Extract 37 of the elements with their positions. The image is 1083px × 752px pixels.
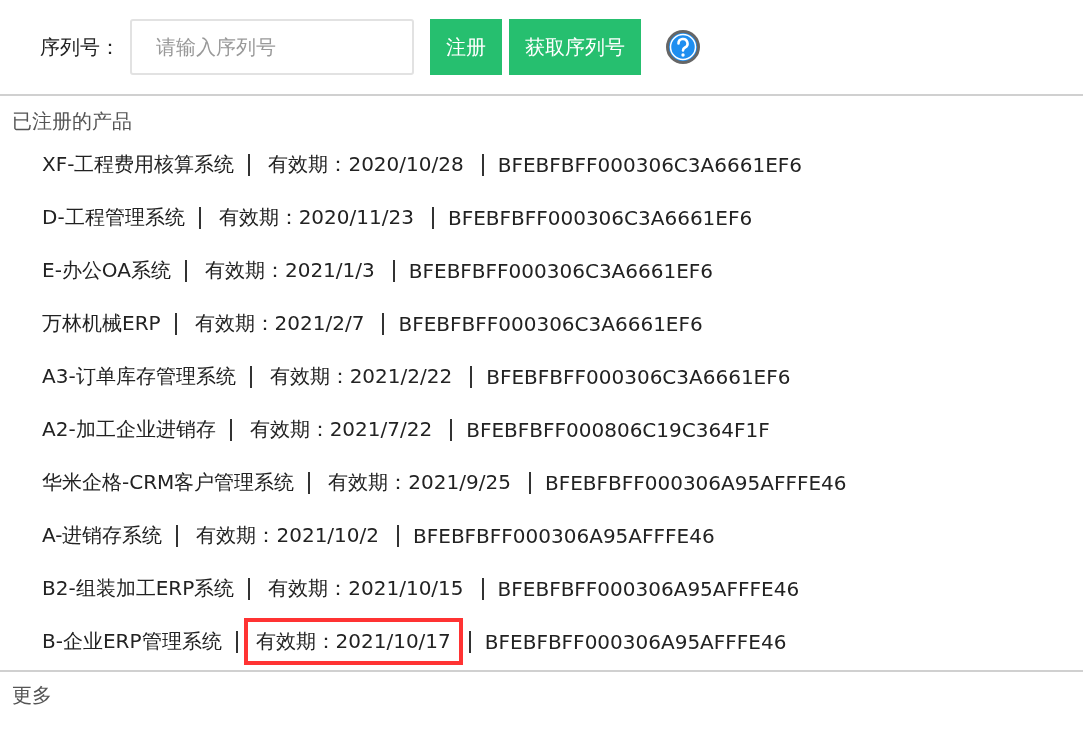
product-name: A3-订单库存管理系统 (42, 363, 236, 390)
expiry-date: 有效期：2021/10/15 (267, 575, 465, 602)
product-name: E-办公OA系统 (42, 257, 171, 284)
product-name: B-企业ERP管理系统 (42, 628, 222, 655)
product-name: XF-工程费用核算系统 (42, 151, 235, 178)
serial-number: BFEBFBFF000306C3A6661EF6 (497, 152, 802, 177)
serial-number: BFEBFBFF000306A95AFFFE46 (497, 576, 800, 601)
serial-field[interactable]: 请输入序列号 (130, 19, 414, 75)
product-name: A-进销存系统 (42, 522, 163, 549)
serial-number: BFEBFBFF000306C3A6661EF6 (408, 258, 714, 283)
product-name: 万林机械ERP (42, 310, 161, 337)
serial-number: BFEBFBFF000306C3A6661EF6 (486, 364, 791, 389)
product-name: A2-加工企业进销存 (42, 416, 216, 443)
serial-number: BFEBFBFF000306A95AFFFE46 (484, 629, 787, 654)
help-icon[interactable] (666, 30, 700, 64)
expiry-date: 有效期：2021/1/3 (203, 257, 376, 284)
product-name: 华米企格-CRM客户管理系统 (42, 469, 295, 496)
expiry-date: 有效期：2020/10/28 (267, 151, 465, 178)
register-button[interactable]: 注册 (430, 19, 502, 75)
serial-number: BFEBFBFF000806C19C364F1F (466, 417, 770, 442)
serial-number: BFEBFBFF000306C3A6661EF6 (398, 311, 703, 336)
serial-number: BFEBFBFF000306A95AFFFE46 (413, 523, 715, 548)
serial-number: BFEBFBFF000306A95AFFFE46 (544, 470, 847, 495)
expiry-date: 有效期：2021/9/25 (327, 469, 512, 496)
product-name: D-工程管理系统 (42, 204, 185, 231)
expiry-date: 有效期：2021/7/22 (248, 416, 434, 443)
serial-label: 序列号： (40, 33, 120, 61)
expiry-date: 有效期：2020/11/23 (217, 204, 415, 231)
section-title: 更多 (12, 683, 52, 707)
product-name: B2-组装加工ERP系统 (42, 575, 235, 602)
serial-number: BFEBFBFF000306C3A6661EF6 (447, 205, 753, 230)
expiry-date: 有效期：2021/10/2 (195, 522, 381, 549)
highlighted-expiry: 有效期：2021/10/17 (243, 618, 463, 665)
get-serial-button[interactable]: 获取序列号 (509, 19, 641, 75)
expiry-date: 有效期：2021/2/22 (268, 363, 454, 390)
expiry-date: 有效期：2021/2/7 (193, 310, 366, 337)
section-title: 已注册的产品 (11, 108, 133, 135)
